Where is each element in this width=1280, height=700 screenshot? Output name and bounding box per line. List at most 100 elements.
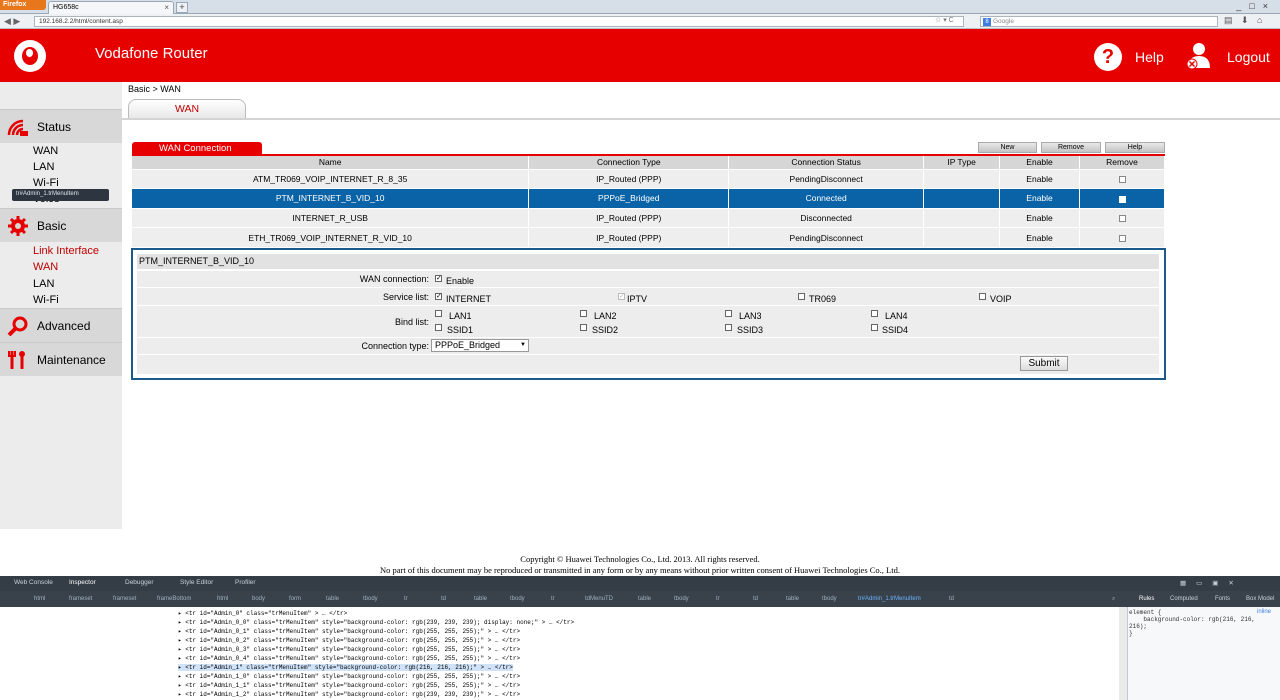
bind-ssid4-checkbox[interactable]: [871, 324, 878, 331]
remove-checkbox[interactable]: [1118, 234, 1126, 242]
devtools-tab-console[interactable]: Web Console: [14, 579, 53, 586]
bind-ssid3-checkbox[interactable]: [725, 324, 732, 331]
url-bar[interactable]: 192.168.2.2/html/content.asp: [34, 16, 964, 27]
crumb[interactable]: frameset: [69, 596, 92, 602]
code-line[interactable]: ▸ <tr id="Admin_1_0" class="trMenuItem" …: [178, 673, 520, 680]
search-input[interactable]: 8 Google: [980, 16, 1218, 27]
wan-enable-checkbox[interactable]: ✓: [435, 275, 442, 282]
nav-advanced[interactable]: Advanced: [0, 308, 122, 342]
bind-ssid2-checkbox[interactable]: [580, 324, 587, 331]
nav-status-wan[interactable]: WAN: [33, 145, 58, 157]
browser-tab[interactable]: HG658c ×: [48, 1, 174, 14]
devtools-tab-inspector[interactable]: Inspector: [69, 579, 96, 586]
code-line[interactable]: ▸ <tr id="Admin_0_4" class="trMenuItem" …: [178, 655, 520, 662]
crumb[interactable]: tbody: [822, 596, 837, 602]
bind-lan1-checkbox[interactable]: [435, 310, 442, 317]
nav-status[interactable]: Status: [0, 109, 122, 143]
devtools-tab-debugger[interactable]: Debugger: [125, 579, 154, 586]
bind-lan4-checkbox[interactable]: [871, 310, 878, 317]
crumb[interactable]: tr: [551, 596, 555, 602]
bind-ssid1-checkbox[interactable]: [435, 324, 442, 331]
window-controls[interactable]: _□×: [1236, 1, 1276, 11]
crumb[interactable]: frameset: [113, 596, 136, 602]
new-button[interactable]: New: [978, 142, 1037, 153]
remove-button[interactable]: Remove: [1041, 142, 1101, 153]
side-tab-fonts[interactable]: Fonts: [1215, 596, 1230, 602]
crumb[interactable]: table: [326, 596, 339, 602]
service-iptv-checkbox[interactable]: ✓: [618, 293, 625, 300]
help-link[interactable]: Help: [1135, 49, 1164, 65]
crumb[interactable]: tr: [404, 596, 408, 602]
toolbar-icons[interactable]: ▤ ⬇ ⌂: [1224, 15, 1265, 26]
side-tab-rules[interactable]: Rules: [1139, 596, 1154, 602]
nav-basic-wifi[interactable]: Wi-Fi: [33, 294, 59, 306]
new-tab-button[interactable]: +: [176, 2, 188, 13]
crumb[interactable]: tbody: [510, 596, 525, 602]
crumb[interactable]: tbody: [674, 596, 689, 602]
side-tab-computed[interactable]: Computed: [1170, 596, 1198, 602]
remove-checkbox[interactable]: [1118, 215, 1126, 222]
help-button[interactable]: Help: [1105, 142, 1165, 153]
bind-lan2-checkbox[interactable]: [580, 310, 587, 317]
connection-type-select[interactable]: PPPoE_Bridged ▼: [431, 339, 529, 352]
code-line[interactable]: ▸ <tr id="Admin_0" class="trMenuItem" > …: [178, 610, 347, 617]
crumb[interactable]: table: [786, 596, 799, 602]
crumb[interactable]: table: [638, 596, 651, 602]
crumb[interactable]: tr: [716, 596, 720, 602]
service-tr069-checkbox[interactable]: [798, 293, 805, 300]
crumb[interactable]: td: [753, 596, 758, 602]
bookmark-star-icon[interactable]: ☆ ▾ C: [935, 16, 954, 24]
nav-basic[interactable]: Basic: [0, 208, 122, 242]
service-voip-checkbox[interactable]: [979, 293, 986, 300]
crumb[interactable]: tbody: [363, 596, 378, 602]
crumb[interactable]: td: [441, 596, 446, 602]
nav-status-lan[interactable]: LAN: [33, 161, 54, 173]
nav-maintenance[interactable]: Maintenance: [0, 342, 122, 376]
devtools-tab-profiler[interactable]: Profiler: [235, 579, 256, 586]
service-internet-checkbox[interactable]: ✓: [435, 293, 442, 300]
remove-checkbox[interactable]: [1118, 176, 1126, 183]
table-row[interactable]: ATM_TR069_VOIP_INTERNET_R_8_35 IP_Routed…: [132, 168, 1165, 189]
nav-basic-lan[interactable]: LAN: [33, 278, 54, 290]
crumb[interactable]: td: [949, 596, 954, 602]
nav-basic-wan[interactable]: WAN: [33, 261, 58, 273]
code-line-selected[interactable]: ▸ <tr id="Admin_1" class="trMenuItem" st…: [178, 664, 513, 671]
crumb[interactable]: html: [34, 596, 45, 602]
logout-link[interactable]: Logout: [1227, 49, 1270, 65]
code-line[interactable]: ▸ <tr id="Admin_0_1" class="trMenuItem" …: [178, 628, 520, 635]
code-line[interactable]: ▸ <tr id="Admin_0_0" class="trMenuItem" …: [178, 619, 574, 626]
devtools-toolbar: Web Console Inspector Debugger Style Edi…: [0, 576, 1280, 591]
close-tab-icon[interactable]: ×: [164, 3, 169, 12]
crumb[interactable]: tdMenuTD: [585, 596, 613, 602]
search-icon[interactable]: ⌕: [1112, 596, 1115, 603]
crumb[interactable]: form: [289, 596, 301, 602]
devtools-sidebar: [1127, 591, 1280, 700]
logout-icon[interactable]: [1186, 42, 1212, 70]
crumb[interactable]: html: [217, 596, 228, 602]
tab-wan[interactable]: WAN: [128, 99, 246, 118]
firefox-menu-button[interactable]: Firefox: [0, 0, 46, 10]
back-icon[interactable]: ◀ ▶: [4, 16, 30, 27]
crumb-selected[interactable]: tr#Admin_1.trMenuItem: [858, 596, 921, 602]
markup-scrollbar[interactable]: [1119, 607, 1127, 700]
crumb[interactable]: body: [252, 596, 265, 602]
crumb[interactable]: frameBottom: [157, 596, 191, 602]
remove-checkbox[interactable]: [1118, 195, 1126, 203]
devtools-tab-style-editor[interactable]: Style Editor: [180, 579, 213, 586]
table-row[interactable]: INTERNET_R_USB IP_Routed (PPP) Disconnec…: [132, 207, 1165, 228]
bind-lan3-checkbox[interactable]: [725, 310, 732, 317]
table-row-selected[interactable]: PTM_INTERNET_B_VID_10 PPPoE_Bridged Conn…: [132, 188, 1165, 208]
devtools-window-icons[interactable]: ▦▭▣✕: [1180, 579, 1244, 587]
side-tab-box-model[interactable]: Box Model: [1246, 596, 1274, 602]
bind-list-label: Bind list:: [394, 317, 429, 327]
code-line[interactable]: ▸ <tr id="Admin_0_3" class="trMenuItem" …: [178, 646, 520, 653]
crumb[interactable]: table: [474, 596, 487, 602]
submit-button[interactable]: Submit: [1020, 356, 1068, 371]
code-line[interactable]: ▸ <tr id="Admin_1_1" class="trMenuItem" …: [178, 682, 520, 689]
table-row[interactable]: ETH_TR069_VOIP_INTERNET_R_VID_10 IP_Rout…: [132, 227, 1165, 247]
nav-basic-link-interface[interactable]: Link Interface: [33, 245, 99, 257]
code-line[interactable]: ▸ <tr id="Admin_0_2" class="trMenuItem" …: [178, 637, 520, 644]
nav-status-wifi[interactable]: Wi-Fi: [33, 177, 59, 189]
help-icon[interactable]: ?: [1094, 43, 1122, 71]
code-line[interactable]: ▸ <tr id="Admin_1_2" class="trMenuItem" …: [178, 691, 520, 698]
